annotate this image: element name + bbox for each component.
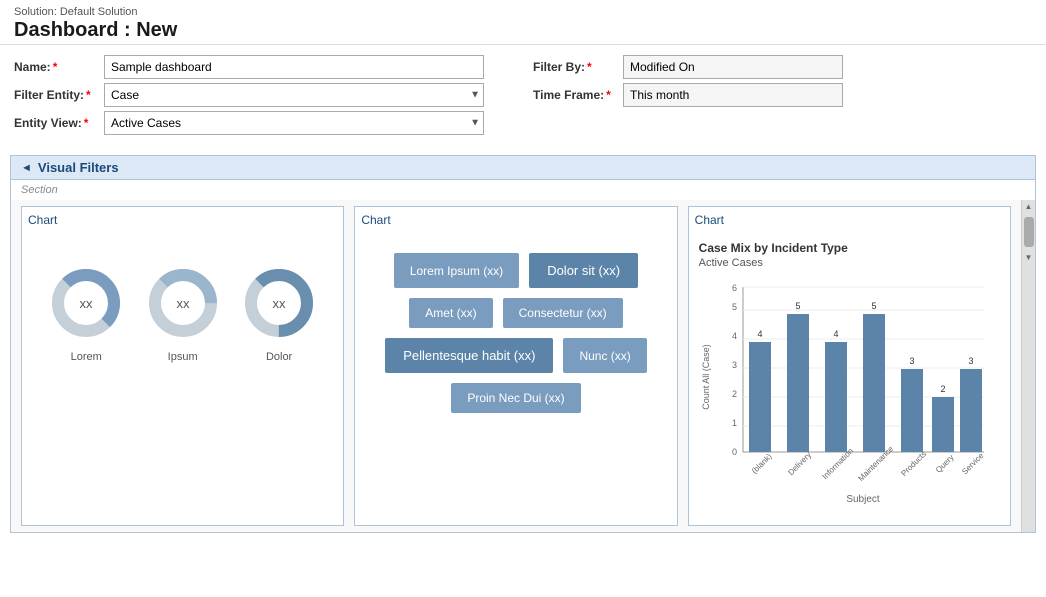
filter-by-input [623, 55, 843, 79]
solution-label: Solution: Default Solution [14, 6, 1032, 18]
charts-row: Chart xx Lorem [11, 200, 1021, 532]
svg-text:(blank): (blank) [750, 452, 774, 476]
svg-text:5: 5 [871, 301, 876, 311]
chart-panel-1: Chart xx Lorem [21, 206, 344, 526]
svg-text:Count All (Case): Count All (Case) [701, 344, 711, 410]
dashboard-title: Dashboard : New [14, 19, 1032, 42]
filter-entity-select-wrap: Case Account Contact Lead ▼ [104, 83, 484, 107]
chart1-title: Chart [28, 213, 337, 227]
charts-content: Chart xx Lorem [11, 200, 1021, 532]
svg-text:3: 3 [968, 356, 973, 366]
chart2-title: Chart [361, 213, 670, 227]
chart-panel-3: Chart Case Mix by Incident Type Active C… [688, 206, 1011, 526]
scroll-down-icon[interactable]: ▼ [1023, 251, 1035, 264]
filter-by-label: Filter By:* [533, 60, 623, 74]
time-frame-input [623, 83, 843, 107]
svg-text:6: 6 [732, 283, 737, 293]
tag-proin[interactable]: Proin Nec Dui (xx) [451, 383, 580, 413]
svg-text:3: 3 [909, 356, 914, 366]
bar-chart-subtitle: Active Cases [699, 257, 1000, 269]
svg-text:5: 5 [795, 301, 800, 311]
svg-text:xx: xx [273, 296, 287, 311]
svg-text:Products: Products [899, 449, 928, 478]
svg-text:xx: xx [80, 296, 94, 311]
tag-row-1: Lorem Ipsum (xx) Dolor sit (xx) [394, 253, 638, 288]
svg-text:1: 1 [732, 418, 737, 428]
vf-title: Visual Filters [38, 160, 119, 175]
bar-chart-area: Case Mix by Incident Type Active Cases 0… [695, 233, 1004, 507]
donut-label-1: Lorem [71, 351, 102, 363]
donut-item-2: xx Ipsum [143, 263, 223, 363]
time-frame-label: Time Frame:* [533, 88, 623, 102]
vf-collapse-icon[interactable]: ◄ [21, 162, 32, 174]
svg-text:Query: Query [934, 453, 956, 475]
donut-label-2: Ipsum [168, 351, 198, 363]
svg-text:5: 5 [732, 302, 737, 312]
filter-by-row: Filter By:* [533, 55, 1032, 79]
form-section: Name:* Filter Entity:* Case Account Cont… [0, 45, 1046, 149]
filter-entity-row: Filter Entity:* Case Account Contact Lea… [14, 83, 513, 107]
name-row: Name:* [14, 55, 513, 79]
scrollbar-thumb[interactable] [1024, 217, 1034, 247]
entity-view-label: Entity View:* [14, 116, 104, 130]
svg-text:Delivery: Delivery [786, 450, 813, 477]
svg-text:4: 4 [757, 329, 762, 339]
donut-svg-1: xx [46, 263, 126, 343]
tag-pellentesque[interactable]: Pellentesque habit (xx) [385, 338, 553, 373]
svg-text:4: 4 [833, 329, 838, 339]
charts-outer: Chart xx Lorem [11, 200, 1035, 532]
filter-entity-label: Filter Entity:* [14, 88, 104, 102]
form-left: Name:* Filter Entity:* Case Account Cont… [14, 55, 513, 139]
tag-amet[interactable]: Amet (xx) [409, 298, 492, 328]
right-scrollbar[interactable]: ▲ ▼ [1021, 200, 1035, 532]
donut-item-3: xx Dolor [239, 263, 319, 363]
donut-svg-2: xx [143, 263, 223, 343]
tag-dolor-sit[interactable]: Dolor sit (xx) [529, 253, 638, 288]
svg-text:0: 0 [732, 447, 737, 457]
tag-consectetur[interactable]: Consectetur (xx) [503, 298, 623, 328]
name-label: Name:* [14, 60, 104, 74]
header-bar: Solution: Default Solution Dashboard : N… [0, 0, 1046, 45]
time-frame-row: Time Frame:* [533, 83, 1032, 107]
tag-lorem-ipsum[interactable]: Lorem Ipsum (xx) [394, 253, 519, 288]
svg-text:xx: xx [176, 296, 190, 311]
svg-text:Subject: Subject [846, 494, 880, 505]
svg-text:4: 4 [732, 331, 737, 341]
chart-panel-2: Chart Lorem Ipsum (xx) Dolor sit (xx) Am… [354, 206, 677, 526]
tag-nunc[interactable]: Nunc (xx) [563, 338, 646, 373]
scroll-up-icon[interactable]: ▲ [1023, 200, 1035, 213]
svg-text:2: 2 [940, 384, 945, 394]
bar-chart-svg: 0 1 2 3 4 5 6 [699, 277, 989, 507]
tag-row-4: Proin Nec Dui (xx) [451, 383, 580, 413]
svg-text:2: 2 [732, 389, 737, 399]
tag-cloud: Lorem Ipsum (xx) Dolor sit (xx) Amet (xx… [361, 233, 670, 433]
vf-header: ◄ Visual Filters [11, 156, 1035, 180]
donut-label-3: Dolor [266, 351, 292, 363]
entity-view-row: Entity View:* Active Cases All Cases My … [14, 111, 513, 135]
tag-row-3: Pellentesque habit (xx) Nunc (xx) [385, 338, 647, 373]
bar-chart-title: Case Mix by Incident Type [699, 241, 1000, 255]
name-input[interactable] [104, 55, 484, 79]
section-sublabel: Section [11, 180, 1035, 200]
tag-row-2: Amet (xx) Consectetur (xx) [409, 298, 622, 328]
donut-svg-3: xx [239, 263, 319, 343]
filter-entity-select[interactable]: Case Account Contact Lead [104, 83, 484, 107]
entity-view-select-wrap: Active Cases All Cases My Cases ▼ [104, 111, 484, 135]
entity-view-select[interactable]: Active Cases All Cases My Cases [104, 111, 484, 135]
visual-filters-section: ◄ Visual Filters Section Chart xx [10, 155, 1036, 533]
chart3-title: Chart [695, 213, 1004, 227]
svg-text:3: 3 [732, 360, 737, 370]
form-right: Filter By:* Time Frame:* [533, 55, 1032, 139]
donut-area: xx Lorem xx Ipsum [28, 233, 337, 373]
svg-text:Service: Service [960, 451, 986, 477]
donut-item-1: xx Lorem [46, 263, 126, 363]
